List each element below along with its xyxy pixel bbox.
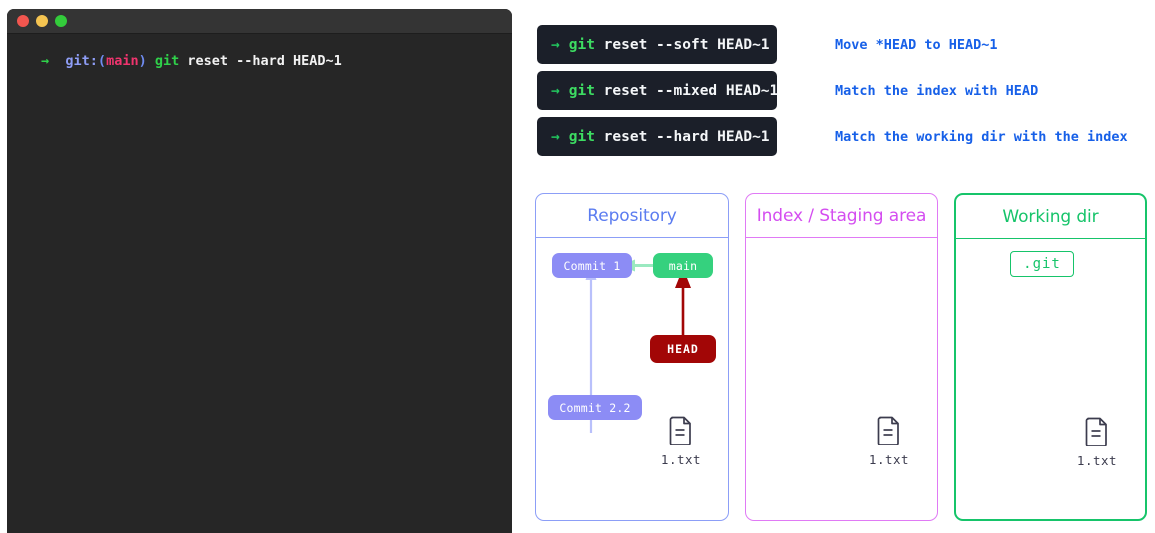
command-arrow-icon: → bbox=[551, 36, 560, 53]
command-box-mixed[interactable]: → git reset --mixed HEAD~1 bbox=[537, 71, 779, 110]
node-commit-1[interactable]: Commit 1 bbox=[552, 253, 632, 278]
command-box-hard[interactable]: → git reset --hard HEAD~1 bbox=[537, 117, 777, 156]
terminal-command-name: git bbox=[154, 53, 180, 69]
panel-index-body: 1.txt bbox=[746, 238, 937, 520]
node-branch-main[interactable]: main bbox=[653, 253, 713, 278]
prompt-branch-name: main bbox=[106, 53, 139, 69]
command-row-soft: → git reset --soft HEAD~1 Move *HEAD to H… bbox=[537, 25, 998, 64]
panel-working-dir: Working dir .git 1.txt bbox=[954, 193, 1147, 521]
file-item-index[interactable]: 1.txt bbox=[854, 416, 924, 467]
window-minimize-button[interactable] bbox=[36, 15, 48, 27]
terminal-body[interactable]: → git:(main) git reset --hard HEAD~1 bbox=[7, 34, 512, 71]
panel-repository-body: Commit 1 main HEAD Commit 2.2 1.txt bbox=[536, 238, 728, 520]
command-name: git bbox=[568, 36, 595, 53]
prompt-arrow-icon: → bbox=[41, 53, 50, 69]
file-icon bbox=[669, 416, 691, 446]
panel-repository: Repository Commit 1 main HEAD Commit 2.2 bbox=[535, 193, 729, 521]
node-commit-2-2[interactable]: Commit 2.2 bbox=[548, 395, 642, 420]
terminal-window: → git:(main) git reset --hard HEAD~1 bbox=[7, 9, 512, 533]
file-icon bbox=[1085, 417, 1107, 447]
git-directory-box[interactable]: .git bbox=[1010, 251, 1074, 277]
command-description-soft: Move *HEAD to HEAD~1 bbox=[835, 36, 998, 53]
prompt-git-label: git: bbox=[65, 53, 98, 69]
command-description-hard: Match the working dir with the index bbox=[835, 128, 1128, 145]
prompt-space1 bbox=[49, 53, 65, 69]
command-description-mixed: Match the index with HEAD bbox=[835, 82, 1039, 99]
file-label: 1.txt bbox=[1076, 453, 1118, 468]
command-args: reset --hard HEAD~1 bbox=[594, 128, 770, 145]
file-label: 1.txt bbox=[868, 452, 910, 467]
command-args: reset --mixed HEAD~1 bbox=[594, 82, 779, 99]
panel-index-staging: Index / Staging area 1.txt bbox=[745, 193, 938, 521]
file-item-working-dir[interactable]: 1.txt bbox=[1062, 417, 1132, 468]
command-name: git bbox=[568, 128, 595, 145]
panel-repository-title: Repository bbox=[536, 194, 728, 238]
file-label: 1.txt bbox=[660, 452, 702, 467]
node-head[interactable]: HEAD bbox=[650, 335, 716, 363]
terminal-prompt-line: → git:(main) git reset --hard HEAD~1 bbox=[7, 51, 512, 71]
command-row-hard: → git reset --hard HEAD~1 Match the worki… bbox=[537, 117, 1128, 156]
terminal-titlebar[interactable] bbox=[7, 9, 512, 34]
file-item-repository[interactable]: 1.txt bbox=[646, 416, 716, 467]
prompt-paren-open: ( bbox=[97, 53, 107, 69]
file-icon bbox=[877, 416, 899, 446]
prompt-space2 bbox=[147, 53, 155, 69]
panel-working-dir-title: Working dir bbox=[956, 195, 1145, 239]
command-arrow-icon: → bbox=[551, 128, 560, 145]
arrow-head-to-main bbox=[675, 268, 691, 335]
panel-working-dir-body: .git 1.txt bbox=[956, 239, 1145, 519]
command-args: reset --soft HEAD~1 bbox=[594, 36, 770, 53]
command-box-soft[interactable]: → git reset --soft HEAD~1 bbox=[537, 25, 777, 64]
command-name: git bbox=[568, 82, 595, 99]
panel-index-title: Index / Staging area bbox=[746, 194, 937, 238]
screenshot-root: → git:(main) git reset --hard HEAD~1 → gi… bbox=[0, 0, 1155, 533]
window-close-button[interactable] bbox=[17, 15, 29, 27]
command-arrow-icon: → bbox=[551, 82, 560, 99]
window-maximize-button[interactable] bbox=[55, 15, 67, 27]
prompt-paren-close: ) bbox=[138, 53, 147, 69]
terminal-command-args: reset --hard HEAD~1 bbox=[179, 53, 342, 69]
command-row-mixed: → git reset --mixed HEAD~1 Match the inde… bbox=[537, 71, 1038, 110]
